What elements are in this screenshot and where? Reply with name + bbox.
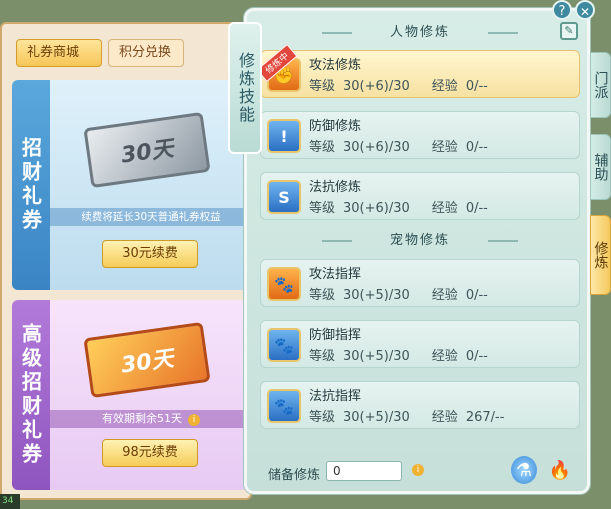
side-tab-sect[interactable]: 门派 <box>590 52 611 118</box>
paw-attack-icon: 🐾 <box>267 267 301 301</box>
level-label: 等级 <box>309 79 336 94</box>
info-icon[interactable]: i <box>188 414 200 426</box>
panel-title: 修炼技能 <box>228 22 262 154</box>
skill-row-pet-attack[interactable]: 🐾 攻法指挥 等级 30(+5)/30 经验 0/-- <box>260 259 580 307</box>
skill-name: 法抗指挥 <box>309 389 362 404</box>
skill-row-resist[interactable]: S 法抗修炼 等级 30(+6)/30 经验 0/-- <box>260 172 580 220</box>
level-label: 等级 <box>309 349 336 364</box>
reserve-label: 储备修炼 <box>268 468 321 483</box>
exp-label: 经验 <box>431 79 458 94</box>
level-label: 等级 <box>309 410 336 425</box>
level-value: 30(+6)/30 <box>343 201 410 216</box>
exp-label: 经验 <box>431 349 458 364</box>
level-label: 等级 <box>309 201 336 216</box>
corner-indicator: 34 <box>0 494 20 509</box>
renew-98-button[interactable]: 98元续费 <box>102 439 198 467</box>
level-value: 30(+5)/30 <box>343 288 410 303</box>
paw-defense-icon: 🐾 <box>267 328 301 362</box>
level-label: 等级 <box>309 140 336 155</box>
reserve-value-field: 0 <box>326 461 402 481</box>
exp-value: 0/-- <box>465 349 488 364</box>
exp-label: 经验 <box>431 201 458 216</box>
silver-ticket-icon: 30天 <box>83 111 211 189</box>
renew-30-button[interactable]: 30元续费 <box>102 240 198 268</box>
premium-voucher-card: 高级招财礼券 30天 有效期剩余51天 i 98元续费 <box>12 300 252 490</box>
skill-name: 防御修炼 <box>309 119 362 134</box>
exp-label: 经验 <box>431 140 458 155</box>
level-value: 30(+5)/30 <box>343 349 410 364</box>
exp-value: 0/-- <box>465 79 488 94</box>
resist-icon: S <box>267 180 301 214</box>
skill-name: 攻法修炼 <box>309 58 362 73</box>
level-value: 30(+6)/30 <box>343 140 410 155</box>
help-button[interactable]: ? <box>552 0 572 20</box>
reserve-info-icon[interactable]: i <box>412 464 424 476</box>
skill-row-attack[interactable]: ✊ 修炼中 攻法修炼 等级 30(+6)/30 经验 0/-- <box>256 44 580 98</box>
skill-row-pet-resist[interactable]: 🐾 法抗指挥 等级 30(+5)/30 经验 267/-- <box>260 381 580 429</box>
tab-points-exchange[interactable]: 积分兑换 <box>108 39 184 67</box>
skill-stats: 等级 30(+6)/30 经验 0/-- <box>309 75 488 94</box>
exp-value: 0/-- <box>465 201 488 216</box>
skill-name: 法抗修炼 <box>309 180 362 195</box>
level-label: 等级 <box>309 288 336 303</box>
skill-stats: 等级 30(+5)/30 经验 267/-- <box>309 406 504 425</box>
edit-icon[interactable]: ✎ <box>560 22 578 40</box>
skill-stats: 等级 30(+6)/30 经验 0/-- <box>309 197 488 216</box>
skill-stats: 等级 30(+5)/30 经验 0/-- <box>309 284 488 303</box>
potion-icon[interactable]: ⚗ <box>511 456 537 484</box>
close-button[interactable]: ✕ <box>575 0 595 20</box>
voucher-note: 续费将延长30天普通礼券权益 <box>50 208 252 226</box>
skill-stats: 等级 30(+5)/30 经验 0/-- <box>309 345 488 364</box>
flame-icon[interactable]: 🔥 <box>547 456 573 484</box>
exp-value: 0/-- <box>465 140 488 155</box>
skill-name: 防御指挥 <box>309 328 362 343</box>
premium-voucher-note: 有效期剩余51天 i <box>50 410 252 428</box>
level-value: 30(+5)/30 <box>343 410 410 425</box>
person-cultivation-header: 人物修炼 <box>322 23 518 43</box>
paw-resist-icon: 🐾 <box>267 389 301 423</box>
gold-ticket-icon: 30天 <box>83 321 211 399</box>
tab-voucher-shop[interactable]: 礼券商城 <box>16 39 102 67</box>
premium-voucher-note-text: 有效期剩余51天 <box>102 412 182 425</box>
defense-icon: ! <box>267 119 301 153</box>
skill-row-defense[interactable]: ! 防御修炼 等级 30(+6)/30 经验 0/-- <box>260 111 580 159</box>
premium-voucher-card-title: 高级招财礼券 <box>12 300 50 490</box>
exp-value: 267/-- <box>465 410 505 425</box>
skill-name: 攻法指挥 <box>309 267 362 282</box>
side-tab-cultivation[interactable]: 修炼 <box>590 215 611 295</box>
voucher-card: 招财礼券 30天 续费将延长30天普通礼券权益 30元续费 <box>12 80 252 290</box>
voucher-shop-panel: 礼券商城 积分兑换 招财礼券 30天 续费将延长30天普通礼券权益 30元续费 … <box>0 22 252 500</box>
skill-stats: 等级 30(+6)/30 经验 0/-- <box>309 136 488 155</box>
exp-label: 经验 <box>431 410 458 425</box>
exp-value: 0/-- <box>465 288 488 303</box>
level-value: 30(+6)/30 <box>343 79 410 94</box>
pet-cultivation-header: 宠物修炼 <box>322 231 518 251</box>
exp-label: 经验 <box>431 288 458 303</box>
side-tab-assist[interactable]: 辅助 <box>590 134 611 200</box>
skill-row-pet-defense[interactable]: 🐾 防御指挥 等级 30(+5)/30 经验 0/-- <box>260 320 580 368</box>
voucher-card-title: 招财礼券 <box>12 80 50 290</box>
